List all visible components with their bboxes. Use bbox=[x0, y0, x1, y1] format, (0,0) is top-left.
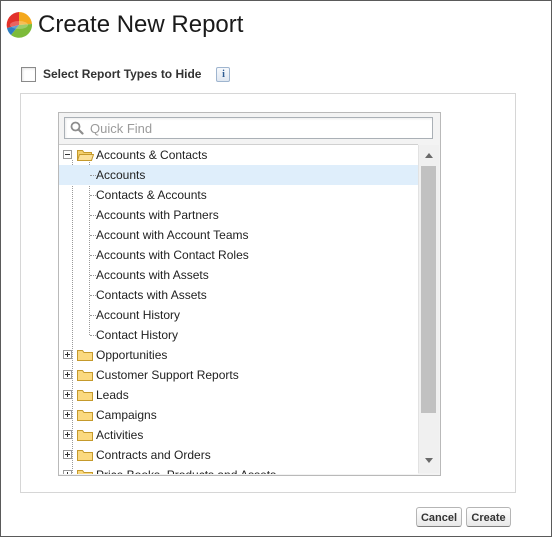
expand-icon[interactable] bbox=[63, 450, 72, 459]
report-type-list: Accounts & Contacts Accounts Contacts & … bbox=[59, 144, 418, 474]
create-button[interactable]: Create bbox=[466, 507, 511, 527]
expand-icon[interactable] bbox=[63, 410, 72, 419]
hide-types-label: Select Report Types to Hide bbox=[43, 67, 202, 81]
tree-item-accounts[interactable]: Accounts bbox=[59, 165, 418, 185]
expand-icon[interactable] bbox=[63, 370, 72, 379]
folder-icon bbox=[77, 450, 93, 461]
tree-category-leads[interactable]: Leads bbox=[59, 385, 418, 405]
tree-scrollbar[interactable] bbox=[418, 145, 439, 473]
hide-types-row: Select Report Types to Hide i bbox=[21, 65, 231, 83]
expand-icon[interactable] bbox=[63, 470, 72, 474]
expand-icon[interactable] bbox=[63, 350, 72, 359]
folder-icon bbox=[77, 370, 93, 381]
tree-category-price-books[interactable]: Price Books, Products and Assets bbox=[59, 465, 418, 474]
cancel-button[interactable]: Cancel bbox=[416, 507, 462, 527]
hide-types-checkbox[interactable] bbox=[21, 66, 36, 82]
tree-category-accounts-contacts[interactable]: Accounts & Contacts bbox=[59, 145, 418, 165]
tree-item-accounts-with-partners[interactable]: Accounts with Partners bbox=[59, 205, 418, 225]
tree-category-campaigns[interactable]: Campaigns bbox=[59, 405, 418, 425]
tree-item-contacts-accounts[interactable]: Contacts & Accounts bbox=[59, 185, 418, 205]
tree-item-account-history[interactable]: Account History bbox=[59, 305, 418, 325]
scroll-down-arrow-icon[interactable] bbox=[419, 451, 439, 469]
folder-icon bbox=[77, 470, 93, 474]
tree-item-accounts-with-assets[interactable]: Accounts with Assets bbox=[59, 265, 418, 285]
open-folder-icon bbox=[77, 150, 94, 161]
tree-category-opportunities[interactable]: Opportunities bbox=[59, 345, 418, 365]
scroll-up-arrow-icon[interactable] bbox=[419, 147, 439, 165]
folder-icon bbox=[77, 350, 93, 361]
scroll-thumb[interactable] bbox=[421, 166, 436, 413]
folder-icon bbox=[77, 430, 93, 441]
expand-icon[interactable] bbox=[63, 390, 72, 399]
reports-logo-icon bbox=[6, 11, 33, 38]
folder-icon bbox=[77, 410, 93, 421]
collapse-icon[interactable] bbox=[63, 150, 72, 159]
tree-category-activities[interactable]: Activities bbox=[59, 425, 418, 445]
quick-find-input[interactable] bbox=[90, 120, 420, 136]
search-icon bbox=[70, 121, 84, 135]
tree-item-contact-history[interactable]: Contact History bbox=[59, 325, 418, 345]
folder-icon bbox=[77, 390, 93, 401]
tree-category-contracts-orders[interactable]: Contracts and Orders bbox=[59, 445, 418, 465]
tree-item-account-teams[interactable]: Account with Account Teams bbox=[59, 225, 418, 245]
tree-item-contacts-with-assets[interactable]: Contacts with Assets bbox=[59, 285, 418, 305]
info-icon[interactable]: i bbox=[216, 66, 231, 82]
quick-find-box bbox=[64, 117, 433, 139]
tree-category-customer-support[interactable]: Customer Support Reports bbox=[59, 365, 418, 385]
tree-item-contact-roles[interactable]: Accounts with Contact Roles bbox=[59, 245, 418, 265]
page-title: Create New Report bbox=[38, 11, 244, 38]
expand-icon[interactable] bbox=[63, 430, 72, 439]
